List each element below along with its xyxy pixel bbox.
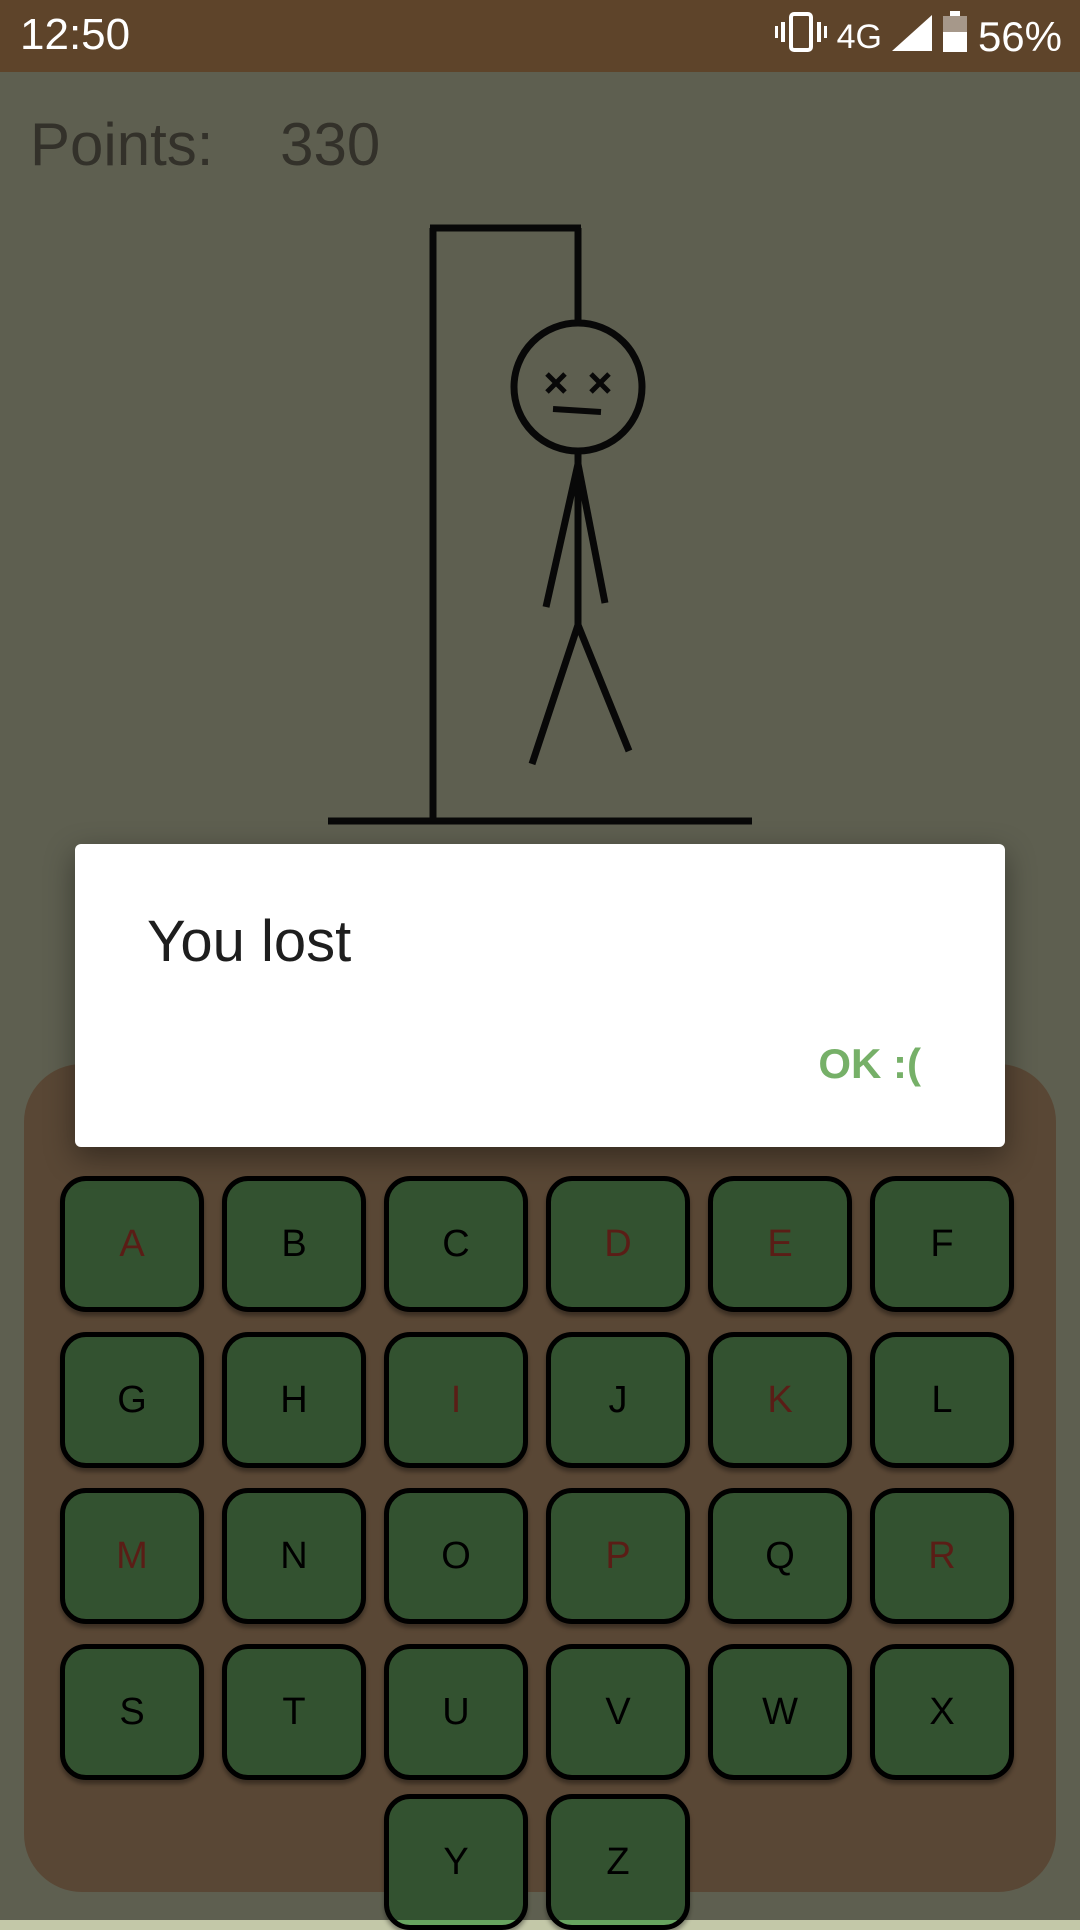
- signal-icon: [891, 13, 932, 61]
- status-icons: 4G 56%: [774, 11, 1062, 63]
- dialog-title: You lost: [147, 909, 352, 974]
- status-bar: 12:50 4G 56%: [0, 0, 1080, 72]
- vibrate-icon: [774, 12, 827, 62]
- network-type: 4G: [836, 17, 882, 56]
- ok-button[interactable]: OK :(: [818, 1040, 921, 1088]
- you-lost-dialog: You lost OK :(: [75, 844, 1005, 1147]
- battery-icon: [942, 11, 968, 63]
- status-time: 12:50: [20, 10, 131, 59]
- battery-percent: 56%: [977, 13, 1062, 60]
